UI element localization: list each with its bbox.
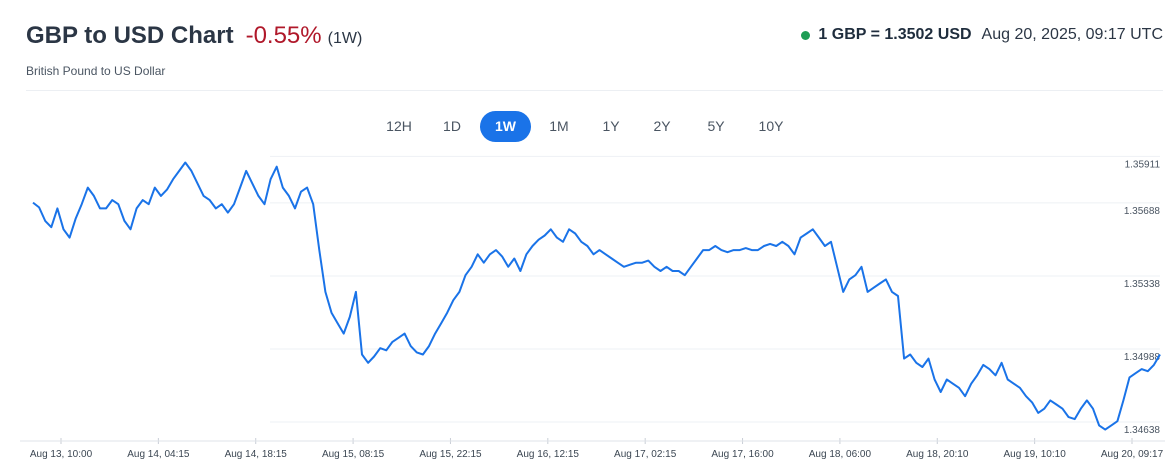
x-tick-label: Aug 18, 20:10 [906, 449, 969, 460]
y-tick-label: 1.34638 [1124, 425, 1161, 436]
x-axis-ticks: Aug 13, 10:00 Aug 14, 04:15 Aug 14, 18:15 A… [20, 438, 1165, 460]
x-tick-label: Aug 16, 12:15 [517, 449, 580, 460]
y-tick-label: 1.35911 [1125, 159, 1161, 170]
y-tick-label: 1.35338 [1124, 279, 1161, 290]
x-tick-label: Aug 14, 18:15 [225, 449, 288, 460]
x-tick-label: Aug 20, 09:17 [1101, 449, 1164, 460]
x-tick-label: Aug 15, 08:15 [322, 449, 385, 460]
x-tick-label: Aug 18, 06:00 [809, 449, 872, 460]
x-tick-label: Aug 17, 16:00 [711, 449, 774, 460]
x-tick-label: Aug 17, 02:15 [614, 449, 677, 460]
y-axis-ticks: 1.359111.356881.353381.349881.34638 [1124, 159, 1161, 436]
x-tick-label: Aug 15, 22:15 [419, 449, 482, 460]
grid-lines [270, 155, 1160, 423]
price-chart[interactable]: 1.359111.356881.353381.349881.34638 Aug … [0, 0, 1173, 467]
y-tick-label: 1.35688 [1124, 206, 1161, 217]
x-tick-label: Aug 19, 10:10 [1003, 449, 1066, 460]
x-tick-label: Aug 14, 04:15 [127, 449, 190, 460]
x-tick-label: Aug 13, 10:00 [30, 449, 93, 460]
